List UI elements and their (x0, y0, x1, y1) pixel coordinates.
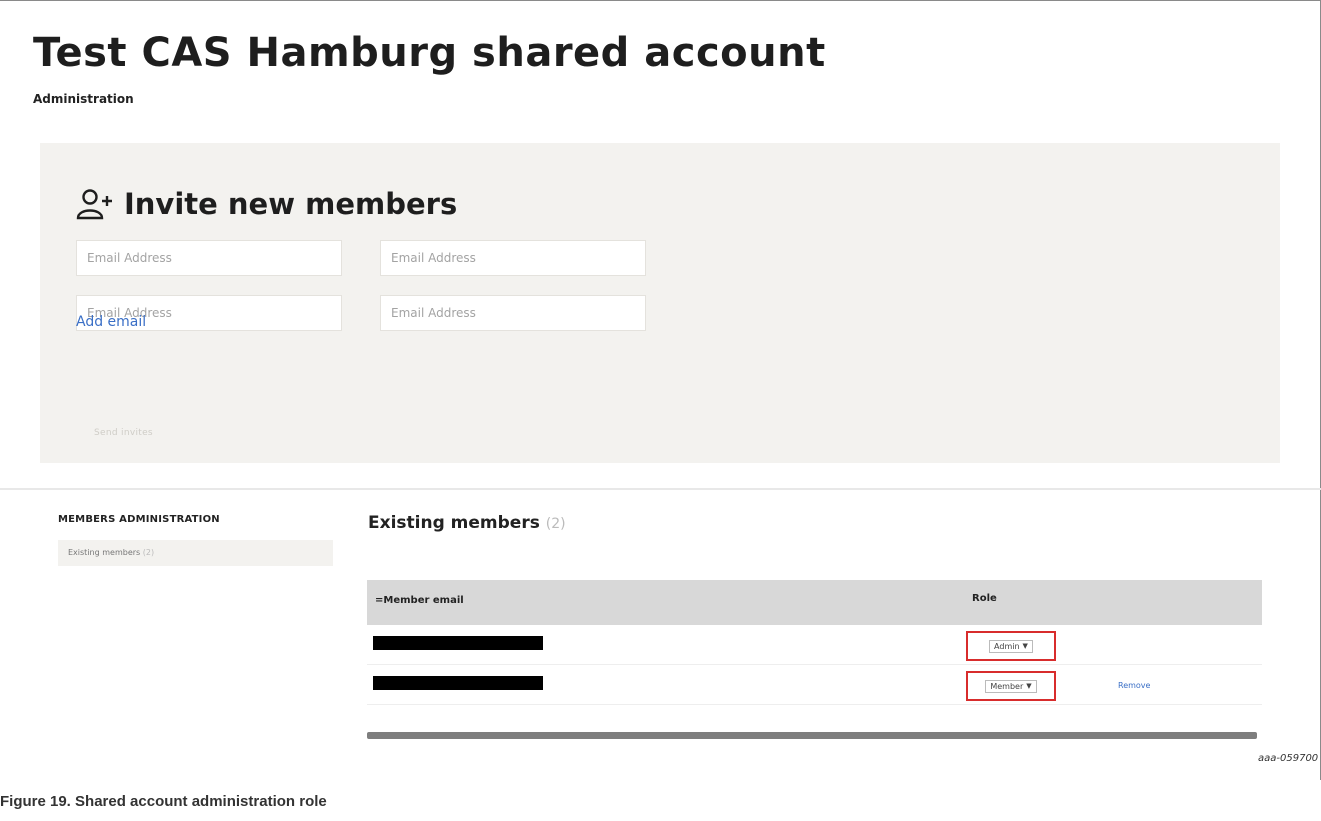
remove-member-link[interactable]: Remove (1118, 681, 1150, 690)
role-select-value: Member ▼ (985, 679, 1037, 693)
horizontal-scrollbar[interactable] (367, 732, 1257, 739)
chevron-down-icon: ▼ (1022, 642, 1028, 650)
section-divider (0, 488, 1321, 490)
invite-panel: Invite new members Add email Send invite… (40, 143, 1280, 463)
page-title: Test CAS Hamburg shared account (33, 30, 826, 76)
page-subtitle: Administration (33, 92, 134, 106)
members-title-text: Existing members (368, 513, 540, 533)
email-field[interactable] (76, 240, 342, 276)
members-count: (2) (545, 516, 566, 532)
email-field[interactable] (380, 240, 646, 276)
chevron-down-icon: ▼ (1026, 682, 1032, 690)
column-header-role: Role (972, 593, 997, 604)
email-field[interactable] (380, 295, 646, 331)
role-value: Admin (994, 641, 1020, 651)
role-select[interactable]: Admin ▼ (966, 631, 1056, 661)
members-title: Existing members (2) (368, 513, 566, 533)
send-invites-button[interactable]: Send invites (94, 428, 153, 438)
sidebar-item-existing-members[interactable]: Existing members (2) (58, 540, 333, 566)
add-user-icon (76, 189, 112, 220)
redacted-email (373, 636, 543, 650)
role-select[interactable]: Member ▼ (966, 671, 1056, 701)
figure-caption: Figure 19. Shared account administration… (0, 793, 327, 810)
column-header-email[interactable]: =Member email (375, 595, 464, 606)
role-select-value: Admin ▼ (989, 639, 1033, 653)
invite-header: Invite new members (76, 187, 457, 221)
invite-title: Invite new members (124, 187, 458, 221)
table-row: Member ▼ Remove (367, 666, 1262, 705)
role-value: Member (990, 681, 1024, 691)
figure-id: aaa-059700 (1258, 753, 1319, 764)
sidebar-item-count: (2) (142, 548, 155, 557)
redacted-email (373, 676, 543, 690)
add-email-link[interactable]: Add email (76, 314, 146, 330)
sidebar-heading: MEMBERS ADMINISTRATION (58, 514, 220, 525)
table-row: Admin ▼ (367, 626, 1262, 665)
members-table-header: =Member email Role (367, 580, 1262, 625)
sidebar-item-label: Existing members (68, 548, 141, 557)
